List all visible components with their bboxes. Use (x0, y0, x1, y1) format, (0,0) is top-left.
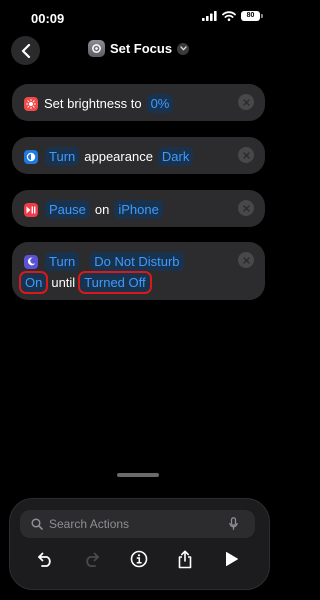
action-card-set-brightness[interactable]: Set brightness to 0% (12, 84, 265, 121)
appearance-icon (24, 149, 38, 164)
wifi-icon (222, 11, 236, 21)
signal-icon (202, 11, 217, 21)
pause-verb-token[interactable]: Pause (45, 200, 90, 219)
redo-icon (86, 552, 99, 567)
remove-icon (242, 256, 250, 264)
focus-until-token[interactable]: Turned Off (78, 271, 152, 294)
pause-device-token[interactable]: iPhone (114, 200, 163, 219)
share-button[interactable] (173, 547, 197, 571)
undo-button[interactable] (33, 547, 57, 571)
undo-icon (38, 552, 51, 567)
microphone-icon[interactable] (229, 517, 238, 531)
action-label: on (94, 202, 110, 217)
remove-action-button[interactable] (238, 147, 254, 163)
battery-icon: 80 (241, 11, 263, 21)
status-bar: 00:09 80 (0, 0, 277, 36)
media-pause-icon (24, 202, 38, 217)
focus-state-token[interactable]: On (18, 271, 49, 294)
action-label: appearance (84, 149, 153, 164)
search-placeholder: Search Actions (49, 517, 130, 531)
share-icon (178, 550, 192, 568)
panel-grabber[interactable] (117, 473, 159, 477)
moon-icon (24, 254, 38, 269)
remove-icon (242, 98, 250, 106)
remove-icon (242, 151, 250, 159)
remove-action-button[interactable] (238, 94, 254, 110)
play-icon (226, 552, 238, 566)
action-card-appearance[interactable]: Turn appearance Dark (12, 137, 265, 174)
brightness-icon (24, 96, 38, 111)
search-actions-field[interactable]: Search Actions (20, 510, 255, 538)
shortcut-title-menu[interactable]: Set Focus (0, 40, 277, 57)
appearance-value-token[interactable]: Dark (157, 147, 194, 166)
redo-button[interactable] (80, 547, 104, 571)
remove-action-button[interactable] (238, 200, 254, 216)
remove-action-button[interactable] (238, 252, 254, 268)
info-icon (130, 550, 148, 568)
shortcut-settings-icon (87, 40, 105, 57)
brightness-value-token[interactable]: 0% (146, 94, 174, 113)
remove-icon (242, 204, 250, 212)
search-icon (31, 518, 43, 530)
status-time: 00:09 (31, 11, 65, 26)
action-card-focus[interactable]: Turn Do Not Disturb On until Turned Off (12, 242, 265, 300)
page-title: Set Focus (109, 41, 173, 56)
action-label: until (51, 275, 76, 290)
dropdown-chevron-icon (177, 42, 190, 55)
status-icons: 80 (202, 11, 263, 21)
focus-mode-token[interactable]: Do Not Disturb (90, 252, 184, 271)
run-button[interactable] (220, 547, 244, 571)
appearance-verb-token[interactable]: Turn (45, 147, 80, 166)
action-label: Set brightness to (44, 96, 142, 111)
action-card-pause[interactable]: Pause on iPhone (12, 190, 265, 227)
info-button[interactable] (127, 547, 151, 571)
focus-verb-token[interactable]: Turn (45, 252, 80, 271)
